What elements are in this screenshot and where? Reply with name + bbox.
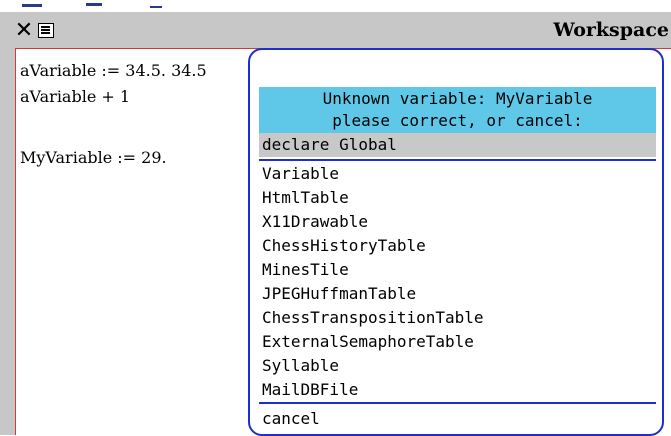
suggestion-item[interactable]: ChessHistoryTable bbox=[262, 234, 654, 258]
suggestion-list: Variable HtmlTable X11Drawable ChessHist… bbox=[262, 162, 654, 402]
background-window-fragment bbox=[86, 3, 102, 6]
suggestion-item[interactable]: Syllable bbox=[262, 354, 654, 378]
window-menu-icon[interactable] bbox=[38, 23, 54, 38]
window-titlebar[interactable]: ✕ Workspace bbox=[0, 12, 671, 48]
cancel-item[interactable]: cancel bbox=[262, 407, 320, 431]
close-icon[interactable]: ✕ bbox=[14, 20, 34, 42]
menu-header-subtitle: please correct, or cancel: bbox=[332, 111, 583, 130]
suggestion-item[interactable]: ChessTranspositionTable bbox=[262, 306, 654, 330]
suggestion-item[interactable]: JPEGHuffmanTable bbox=[262, 282, 654, 306]
menu-header: Unknown variable: MyVariable please corr… bbox=[259, 87, 656, 133]
code-line[interactable]: aVariable + 1 bbox=[20, 87, 130, 106]
menu-separator bbox=[259, 402, 656, 404]
code-line[interactable]: MyVariable := 29. bbox=[20, 148, 167, 167]
suggestion-item[interactable]: Variable bbox=[262, 162, 654, 186]
background-window-strip bbox=[0, 0, 671, 12]
declare-global-item[interactable]: declare Global bbox=[259, 133, 656, 157]
suggestion-item[interactable]: HtmlTable bbox=[262, 186, 654, 210]
code-line[interactable]: aVariable := 34.5. 34.5 bbox=[20, 61, 207, 80]
suggestion-item[interactable]: MailDBFile bbox=[262, 378, 654, 402]
menu-separator bbox=[259, 159, 656, 161]
background-window-fragment bbox=[150, 6, 162, 8]
unknown-variable-menu[interactable]: Unknown variable: MyVariable please corr… bbox=[248, 48, 664, 436]
suggestion-item[interactable]: X11Drawable bbox=[262, 210, 654, 234]
background-window-fragment bbox=[22, 4, 42, 7]
suggestion-item[interactable]: MinesTile bbox=[262, 258, 654, 282]
window-title: Workspace bbox=[553, 19, 669, 41]
menu-header-title: Unknown variable: MyVariable bbox=[322, 89, 593, 108]
suggestion-item[interactable]: ExternalSemaphoreTable bbox=[262, 330, 654, 354]
